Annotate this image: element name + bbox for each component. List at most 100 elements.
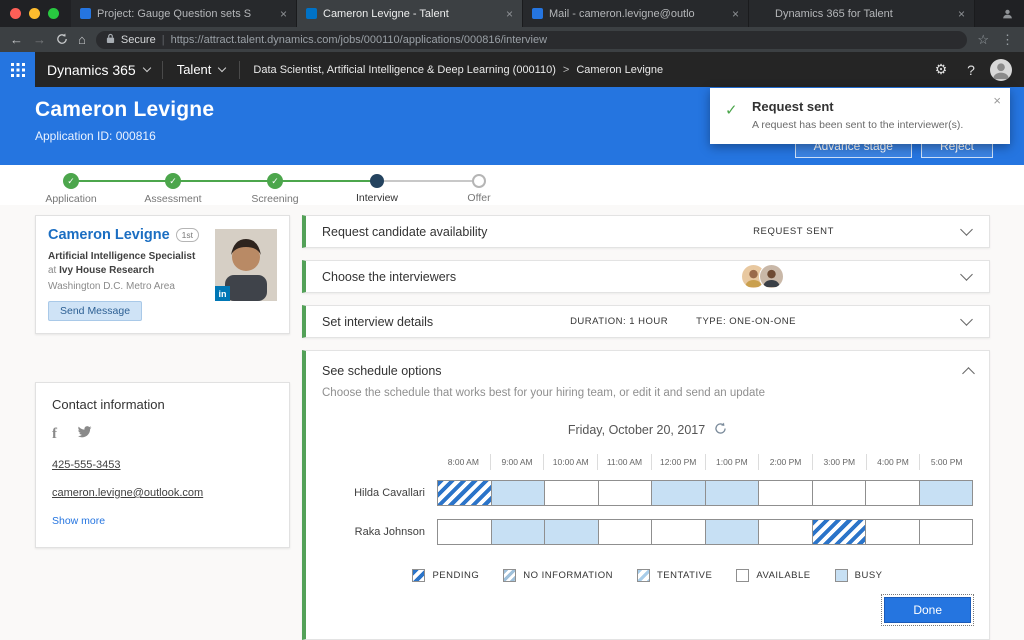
email-link[interactable]: cameron.levigne@outlook.com [52,487,273,499]
home-icon[interactable]: ⌂ [78,33,86,46]
stage-application[interactable]: ✓ Application [20,165,122,205]
chevron-down-icon[interactable] [960,223,973,236]
breadcrumb-separator: > [563,64,569,76]
forward-icon[interactable]: → [33,33,46,46]
address-bar[interactable]: Secure | https://attract.talent.dynamics… [96,31,967,49]
phone-link[interactable]: 425-555-3453 [52,459,273,471]
schedule-cell[interactable] [813,519,867,545]
hiring-stage-progress: ✓ Application ✓ Assessment ✓ Screening ✓… [0,165,1024,205]
schedule-cell[interactable] [652,519,706,545]
send-message-button[interactable]: Send Message [48,301,142,321]
schedule-cell[interactable] [652,480,706,506]
chevron-up-icon[interactable] [962,367,975,380]
legend-item: PENDING [412,569,479,582]
candidate-name-link[interactable]: Cameron Levigne [48,227,170,243]
browser-tab-talent-active[interactable]: Cameron Levigne - Talent × [297,0,523,27]
schedule-cell[interactable] [492,519,546,545]
schedule-cell[interactable] [545,519,599,545]
check-icon: ✓ [725,101,738,119]
stage-label: Application [45,193,96,205]
app-launcher-waffle-icon[interactable] [0,52,35,87]
schedule-cell[interactable] [437,519,492,545]
minimize-window-button[interactable] [29,8,40,19]
close-window-button[interactable] [10,8,21,19]
brand-label: Dynamics 365 [47,62,136,78]
accordion-request-availability[interactable]: Request candidate availability REQUEST S… [302,215,990,248]
app-menu[interactable]: Talent [163,62,240,77]
done-button[interactable]: Done [884,597,971,623]
schedule-cell[interactable] [813,480,867,506]
legend-item: NO INFORMATION [503,569,613,582]
tab-title: Mail - cameron.levigne@outlo [549,8,726,20]
schedule-cell[interactable] [545,480,599,506]
interviewer-row: Raka Johnson [322,519,973,545]
time-label: 5:00 PM [919,454,973,470]
app-header: Dynamics 365 Talent Data Scientist, Arti… [0,52,1024,87]
settings-gear-icon[interactable]: ⚙ [926,61,956,78]
linkedin-icon[interactable]: in [215,286,230,301]
browser-tab-strip: Project: Gauge Question sets S × Cameron… [0,0,1024,27]
chevron-down-icon[interactable] [960,313,973,326]
legend-item: TENTATIVE [637,569,712,582]
accordion-schedule-options[interactable]: See schedule options [322,364,973,378]
stage-screening[interactable]: ✓ Screening [224,165,326,205]
user-avatar[interactable] [990,59,1012,81]
url-text: https://attract.talent.dynamics.com/jobs… [171,34,547,46]
browser-tab-project[interactable]: Project: Gauge Question sets S × [71,0,297,27]
schedule-cell[interactable] [920,480,974,506]
chevron-down-icon[interactable] [960,268,973,281]
schedule-cell[interactable] [706,519,760,545]
schedule-cell[interactable] [706,480,760,506]
toast-message: A request has been sent to the interview… [752,119,996,131]
browser-tab-mail[interactable]: Mail - cameron.levigne@outlo × [523,0,749,27]
chevron-down-icon [142,64,150,72]
refresh-icon[interactable] [714,422,727,438]
time-label: 3:00 PM [812,454,866,470]
tab-favicon-icon [758,8,769,19]
accordion-interview-details[interactable]: Set interview details DURATION: 1 HOUR T… [302,305,990,338]
back-icon[interactable]: ← [10,33,23,46]
browser-tab-dynamics[interactable]: Dynamics 365 for Talent × [749,0,975,27]
candidate-card: Cameron Levigne 1st Artificial Intellige… [35,215,290,334]
schedule-cell[interactable] [759,519,813,545]
schedule-cell[interactable] [759,480,813,506]
breadcrumb: Data Scientist, Artificial Intelligence … [240,64,663,76]
stage-assessment[interactable]: ✓ Assessment [122,165,224,205]
reload-icon[interactable] [56,33,68,47]
zoom-window-button[interactable] [48,8,59,19]
bookmark-star-icon[interactable]: ☆ [977,32,989,48]
close-icon[interactable]: × [993,93,1001,108]
twitter-icon[interactable] [77,425,92,443]
schedule-cell[interactable] [599,519,653,545]
breadcrumb-job-link[interactable]: Data Scientist, Artificial Intelligence … [253,64,555,76]
schedule-cell[interactable] [599,480,653,506]
time-label: 11:00 AM [597,454,651,470]
legend-swatch [835,569,848,582]
contact-heading: Contact information [52,397,273,412]
schedule-cell[interactable] [492,480,546,506]
tab-close-icon[interactable]: × [506,8,513,20]
browser-url-bar: ← → ⌂ Secure | https://attract.talent.dy… [0,27,1024,52]
help-icon[interactable]: ? [956,62,986,78]
breadcrumb-candidate-link[interactable]: Cameron Levigne [576,64,663,76]
stage-dot: ✓ [267,173,283,189]
legend-item: AVAILABLE [736,569,810,582]
browser-profile-icon[interactable] [991,0,1024,27]
browser-menu-icon[interactable]: ⋮ [1001,32,1014,48]
tab-close-icon[interactable]: × [280,8,287,20]
stage-dot: ✓ [63,173,79,189]
legend-swatch [637,569,650,582]
schedule-subtitle: Choose the schedule that works best for … [322,387,973,399]
accordion-choose-interviewers[interactable]: Choose the interviewers [302,260,990,293]
show-more-link[interactable]: Show more [52,515,105,527]
brand-menu[interactable]: Dynamics 365 [35,62,162,78]
tab-close-icon[interactable]: × [732,8,739,20]
schedule-cell[interactable] [866,480,920,506]
tab-close-icon[interactable]: × [958,8,965,20]
facebook-icon[interactable]: f [52,426,57,443]
stage-offer[interactable]: ✓ Offer [428,165,530,205]
schedule-cell[interactable] [920,519,974,545]
schedule-cell[interactable] [437,480,492,506]
stage-interview[interactable]: ✓ Interview [326,165,428,205]
schedule-cell[interactable] [866,519,920,545]
